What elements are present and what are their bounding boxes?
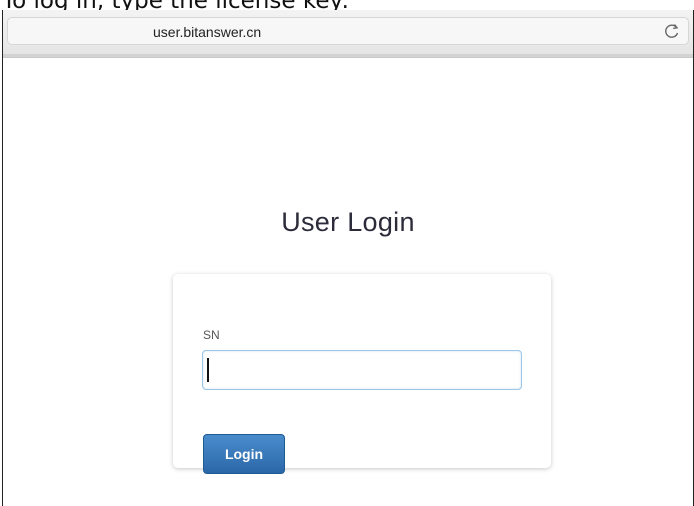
- toolbar-divider: [3, 54, 693, 57]
- address-bar[interactable]: user.bitanswer.cn: [7, 17, 689, 45]
- browser-window: user.bitanswer.cn User Login SN Login: [2, 10, 694, 506]
- login-card: SN Login: [173, 274, 551, 474]
- sn-input[interactable]: [202, 350, 522, 390]
- page-title: User Login: [281, 207, 415, 237]
- login-button[interactable]: Login: [203, 434, 285, 474]
- url-text: user.bitanswer.cn: [153, 24, 262, 40]
- text-caret: [207, 358, 209, 382]
- sn-label: SN: [203, 328, 220, 342]
- browser-toolbar: user.bitanswer.cn: [3, 10, 693, 58]
- reload-icon[interactable]: [662, 21, 682, 41]
